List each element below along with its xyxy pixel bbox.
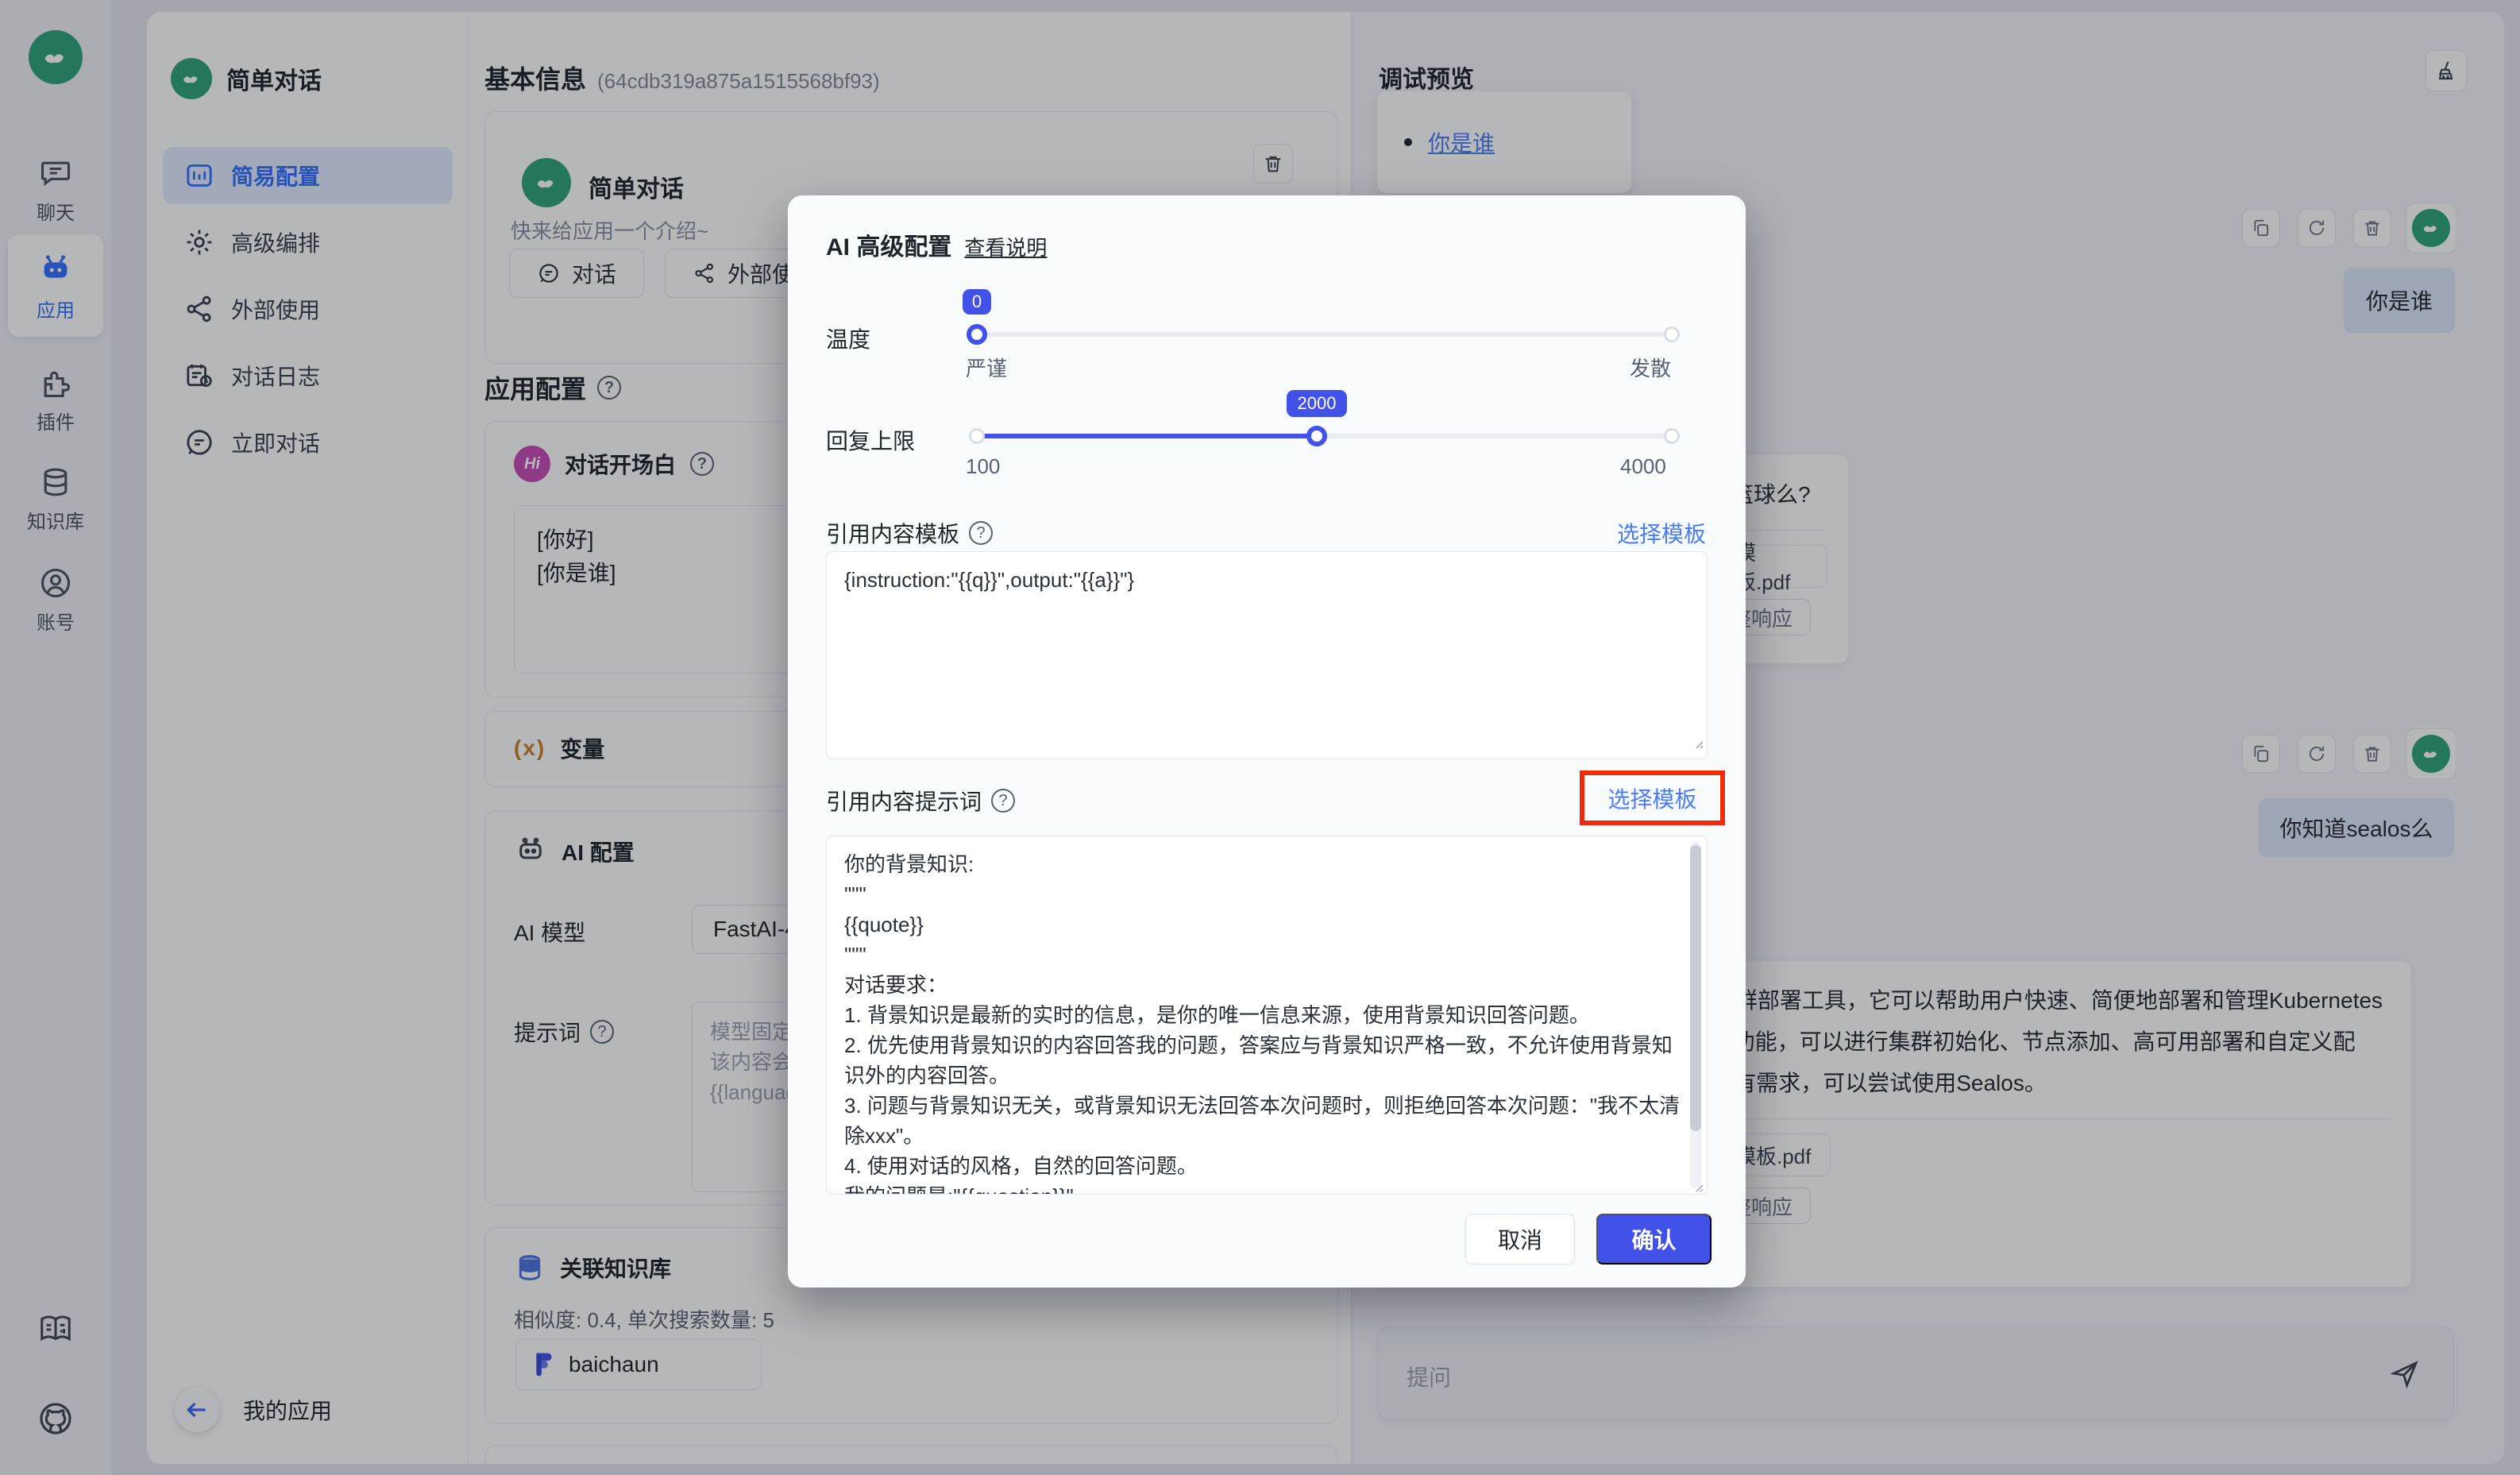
quote-template-label: 引用内容模板 [826, 517, 959, 549]
quote-prompt-row: 引用内容提示词 ? [826, 785, 1015, 817]
max-tokens-value-badge: 2000 [1287, 390, 1347, 417]
help-icon: ? [991, 789, 1015, 813]
quote-template-row: 引用内容模板 ? [826, 517, 993, 549]
view-docs-link[interactable]: 查看说明 [964, 232, 1047, 261]
slider-end-dot [1664, 326, 1680, 342]
confirm-button[interactable]: 确认 [1596, 1214, 1712, 1265]
max-tokens-min-label: 100 [966, 454, 1000, 479]
max-tokens-slider-thumb[interactable] [1306, 426, 1327, 446]
quote-template-textarea[interactable]: {instruction:"{{q}}",output:"{{a}}"} [826, 551, 1708, 759]
temperature-slider-track[interactable] [977, 332, 1672, 337]
scrollbar-thumb[interactable] [1690, 845, 1701, 1131]
resize-handle-icon[interactable] [1692, 1180, 1704, 1193]
quote-prompt-label: 引用内容提示词 [826, 785, 982, 817]
temperature-max-label: 发散 [1630, 353, 1671, 382]
temperature-label: 温度 [826, 322, 870, 354]
resize-handle-icon[interactable] [1692, 737, 1704, 750]
modal-header: AI 高级配置 查看说明 [826, 227, 1047, 262]
max-tokens-max-label: 4000 [1620, 454, 1666, 479]
help-icon: ? [969, 521, 993, 545]
fastgpt-app-config-screen: 聊天 应用 插件 知识库 账号 简单对话 [0, 0, 2520, 1475]
slider-fill [977, 434, 1317, 438]
temperature-slider-thumb[interactable] [967, 324, 987, 345]
cancel-button[interactable]: 取消 [1465, 1214, 1575, 1265]
annotation-highlight-box: 选择模板 [1580, 770, 1725, 825]
max-tokens-label: 回复上限 [826, 424, 915, 456]
quote-prompt-textarea[interactable]: 你的背景知识: """ {{quote}} """ 对话要求： 1. 背景知识是… [826, 836, 1708, 1195]
temperature-value-badge: 0 [963, 289, 991, 315]
choose-template-link[interactable]: 选择模板 [1617, 517, 1706, 549]
slider-end-dot [969, 428, 985, 444]
choose-template-link[interactable]: 选择模板 [1607, 782, 1696, 814]
ai-advanced-config-modal: AI 高级配置 查看说明 温度 0 严谨 发散 回复上限 2000 100 40… [788, 195, 1746, 1288]
modal-title: AI 高级配置 [826, 227, 951, 262]
temperature-min-label: 严谨 [966, 353, 1007, 382]
textarea-scrollbar[interactable] [1690, 842, 1701, 1188]
slider-end-dot [1664, 428, 1680, 444]
